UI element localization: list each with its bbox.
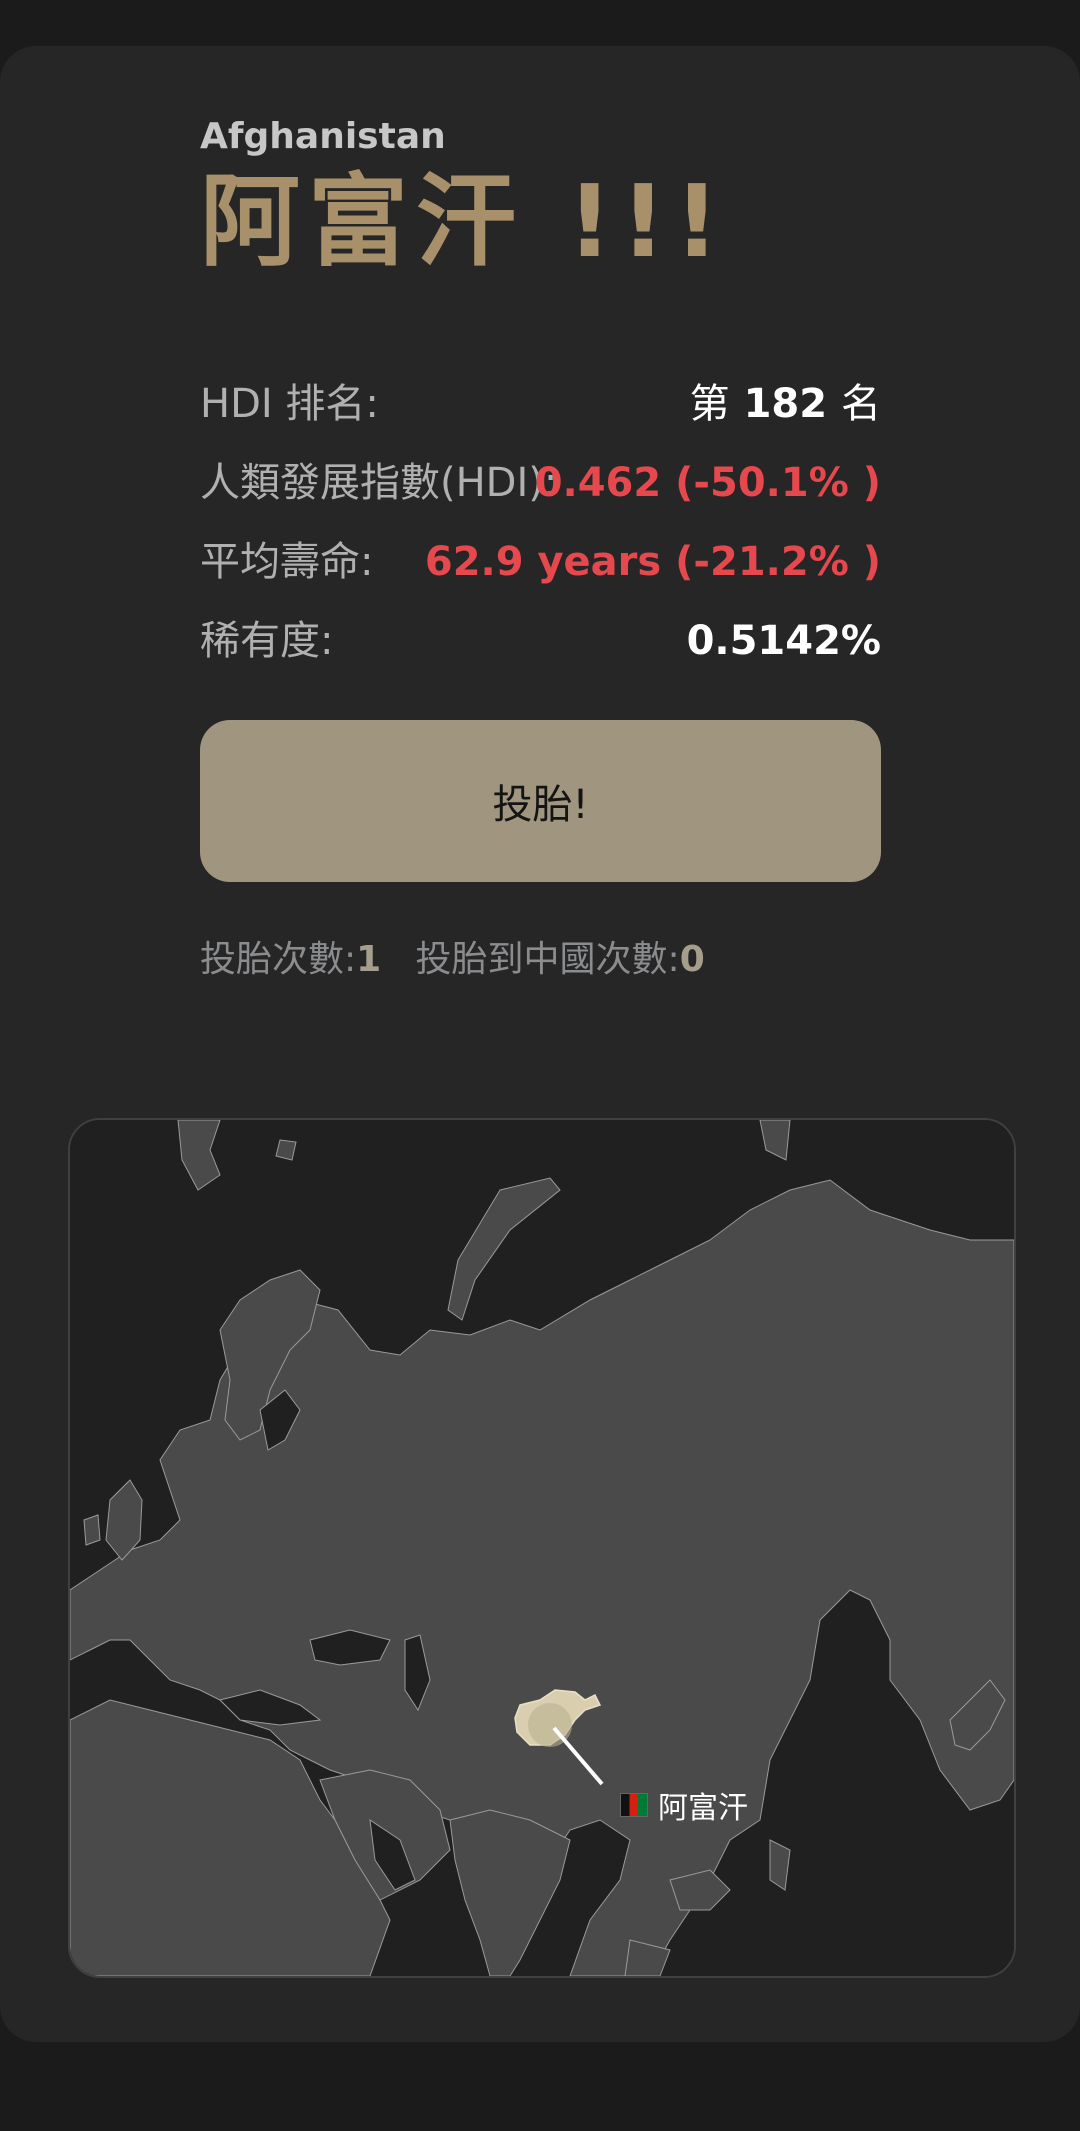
stat-row-life-expectancy: 平均壽命: 62.9 years (-21.2% ) [200, 534, 881, 590]
rolls-label: 投胎次數: [200, 939, 357, 980]
hdi-rank-suffix: 名 [841, 381, 881, 427]
land-ireland [83, 1514, 101, 1546]
stat-row-hdi: 人類發展指數(HDI): 0.462 (-50.1% ) [200, 455, 881, 511]
hdi-rank-prefix: 第 [689, 381, 730, 427]
hdi-label: 人類發展指數(HDI): [200, 460, 558, 506]
hdi-rank-value: 第 182 名 [690, 376, 881, 432]
life-expectancy-label: 平均壽命: [200, 539, 374, 585]
rarity-value: 0.5142% [686, 618, 881, 664]
stat-row-rarity: 稀有度: 0.5142% [200, 613, 881, 669]
hdi-rank-number: 182 [743, 381, 828, 427]
map-svg [70, 1120, 1014, 1976]
country-name-zh: 阿富汗 !!! [200, 163, 728, 280]
china-rolls-count: 0 [679, 939, 705, 980]
country-name-en: Afghanistan [200, 116, 446, 157]
reroll-button[interactable]: 投胎! [200, 720, 881, 882]
rolls-count: 1 [356, 939, 382, 980]
life-expectancy-value: 62.9 years (-21.2% ) [424, 539, 881, 585]
map-marker-label: 阿富汗 [620, 1783, 748, 1827]
hdi-value: 0.462 (-50.1% ) [534, 460, 881, 506]
afghanistan-flag-icon [620, 1793, 648, 1817]
china-rolls-label: 投胎到中國次數: [415, 939, 680, 980]
stat-row-hdi-rank: HDI 排名: 第 182 名 [200, 376, 881, 432]
hdi-rank-label: HDI 排名: [200, 381, 379, 427]
land-iceland-fragment [275, 1139, 297, 1161]
rarity-label: 稀有度: [200, 618, 334, 664]
world-map[interactable] [68, 1118, 1016, 1978]
roll-counters: 投胎次數:1 投胎到中國次數:0 [200, 930, 705, 982]
map-marker-text: 阿富汗 [658, 1791, 748, 1826]
